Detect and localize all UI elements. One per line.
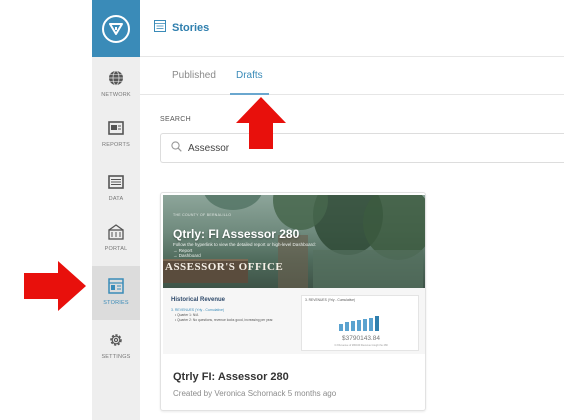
portal-icon (106, 222, 126, 242)
sidebar-item-stories[interactable]: STORIES (92, 266, 140, 320)
history-subtitle: 3. REVENUES (Yrly - Cumulative) (171, 308, 225, 312)
story-thumbnail-photo: ASSESSOR'S OFFICE THE COUNTY OF BERNALIL… (163, 195, 425, 288)
history-bullets: • Quarter 1: N/A • Quarter 2: No questio… (175, 313, 305, 322)
story-thumbnail-content: Historical Revenue 3. REVENUES (Yrly - C… (163, 288, 425, 354)
annotation-arrow-up (236, 97, 286, 149)
sidebar-item-label: PORTAL (104, 246, 128, 252)
search-icon (171, 139, 182, 157)
history-bullet: • Quarter 2: No questions, revenue looks… (175, 317, 274, 322)
mini-bar (351, 321, 355, 331)
search-label: SEARCH (160, 116, 191, 123)
thumbnail-subtitle-text: Follow the hyperlink to view the detaile… (173, 242, 316, 247)
gear-icon (106, 330, 126, 350)
mini-chart-title: 3. REVENUES (Yrly - Cumulative) (305, 298, 356, 302)
sidebar-item-data[interactable]: DATA (92, 172, 140, 208)
search-input[interactable]: Assessor (160, 133, 564, 163)
annotation-arrow-right (24, 261, 86, 311)
sidebar-item-network[interactable]: NETWORK (92, 68, 140, 104)
thumbnail-link: → Dashboard (173, 253, 201, 258)
reports-icon (106, 118, 126, 138)
app-logo[interactable] (92, 0, 140, 57)
search-value: Assessor (188, 142, 230, 154)
sidebar-item-settings[interactable]: SETTINGS (92, 330, 140, 366)
data-icon (106, 172, 126, 192)
sidebar-item-label: STORIES (103, 300, 129, 306)
sidebar-item-label: DATA (108, 196, 124, 202)
stories-page-icon (154, 19, 166, 37)
story-card[interactable]: ASSESSOR'S OFFICE THE COUNTY OF BERNALIL… (160, 192, 426, 411)
history-title: Historical Revenue (171, 297, 226, 303)
mini-bar (363, 319, 367, 331)
tab-drafts[interactable]: Drafts (230, 57, 269, 95)
sidebar-item-label: SETTINGS (101, 354, 131, 360)
sidebar-item-label: REPORTS (102, 142, 130, 148)
logo-icon (102, 14, 130, 43)
mini-bar (375, 316, 379, 331)
story-meta: Created by Veronica Schornack 5 months a… (173, 389, 337, 398)
stories-icon (106, 276, 126, 296)
sidebar-item-portal[interactable]: PORTAL (92, 222, 140, 260)
story-title[interactable]: Qtrly FI: Assessor 280 (173, 371, 289, 383)
thumbnail-small-text: THE COUNTY OF BERNALILLO (173, 213, 232, 217)
mini-bar (345, 322, 349, 331)
globe-icon (106, 68, 126, 88)
sidebar-item-label: NETWORK (101, 92, 131, 98)
mini-chart-footnote: 3.3 Revenue of 280040 Revenue trough the… (334, 344, 388, 347)
mini-bar (369, 318, 373, 331)
mini-bar (357, 320, 361, 331)
shrub-shape (313, 250, 423, 288)
page-header: Stories (140, 0, 564, 57)
app-root: NETWORK REPORTS DATA PORTAL STORIES SETT… (0, 0, 564, 420)
page-title: Stories (172, 22, 210, 34)
mini-chart-bars (339, 316, 384, 331)
mini-bar (339, 324, 343, 331)
tree-shape (203, 195, 263, 210)
tab-bar: Published Drafts (140, 57, 564, 95)
tab-published[interactable]: Published (172, 57, 216, 95)
mini-chart-value: $3790143.84 (342, 335, 380, 342)
sidebar-item-reports[interactable]: REPORTS (92, 118, 140, 154)
sidebar: NETWORK REPORTS DATA PORTAL STORIES SETT… (92, 0, 140, 420)
thumbnail-subtitle: Follow the hyperlink to view the detaile… (173, 242, 316, 259)
thumbnail-title: Qtrly: FI Assessor 280 (173, 227, 300, 241)
sign-text: ASSESSOR'S OFFICE (165, 261, 284, 273)
mini-chart: 3. REVENUES (Yrly - Cumulative) $3790143… (301, 295, 419, 351)
